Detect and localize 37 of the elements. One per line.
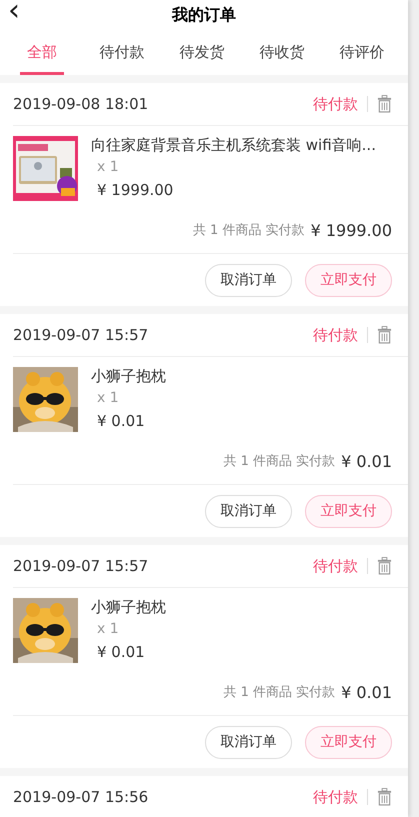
page-title: 我的订单 [172, 4, 236, 26]
order-status: 待付款 [313, 556, 358, 576]
product-name[interactable]: 小狮子抱枕 [91, 597, 166, 617]
back-button[interactable]: ‹ [4, 0, 24, 26]
delete-icon[interactable] [377, 326, 392, 344]
tab[interactable]: 待评价 [322, 30, 402, 75]
delete-icon[interactable] [377, 95, 392, 113]
order-total: ¥ 1999.00 [310, 221, 392, 241]
cancel-button[interactable]: 取消订单 [205, 494, 292, 528]
order-total: ¥ 0.01 [341, 683, 392, 703]
order-time: 2019-09-08 18:01 [13, 95, 148, 113]
order-status: 待付款 [313, 94, 358, 114]
tab[interactable]: 待收货 [242, 30, 322, 75]
tab[interactable]: 待付款 [82, 30, 162, 75]
tab[interactable]: 全部 [2, 30, 82, 75]
order-time: 2019-09-07 15:56 [13, 788, 148, 806]
tab[interactable]: 待发货 [162, 30, 242, 75]
order-summary: 共 1 件商品 实付款 [223, 684, 336, 702]
product-name[interactable]: 向往家庭背景音乐主机系统套装 wifi音响... [91, 135, 376, 155]
product-price: ¥ 1999.00 [97, 180, 174, 200]
product-price: ¥ 0.01 [97, 411, 146, 431]
order-time: 2019-09-07 15:57 [13, 326, 148, 344]
order-status: 待付款 [313, 788, 358, 806]
cancel-button[interactable]: 取消订单 [205, 726, 292, 758]
order-summary: 共 1 件商品 实付款 [192, 222, 305, 240]
delete-icon[interactable] [377, 788, 392, 806]
product-price: ¥ 0.01 [97, 642, 146, 662]
delete-icon[interactable] [377, 557, 392, 575]
product-quantity: x 1 [97, 158, 120, 176]
order-status: 待付款 [313, 326, 358, 344]
order-time: 2019-09-07 15:57 [13, 557, 148, 575]
order-summary: 共 1 件商品 实付款 [223, 453, 336, 471]
order-total: ¥ 0.01 [341, 452, 392, 472]
cancel-button[interactable]: 取消订单 [205, 264, 292, 296]
product-quantity: x 1 [97, 389, 120, 407]
product-quantity: x 1 [97, 620, 120, 638]
product-name[interactable]: 小狮子抱枕 [91, 366, 166, 386]
